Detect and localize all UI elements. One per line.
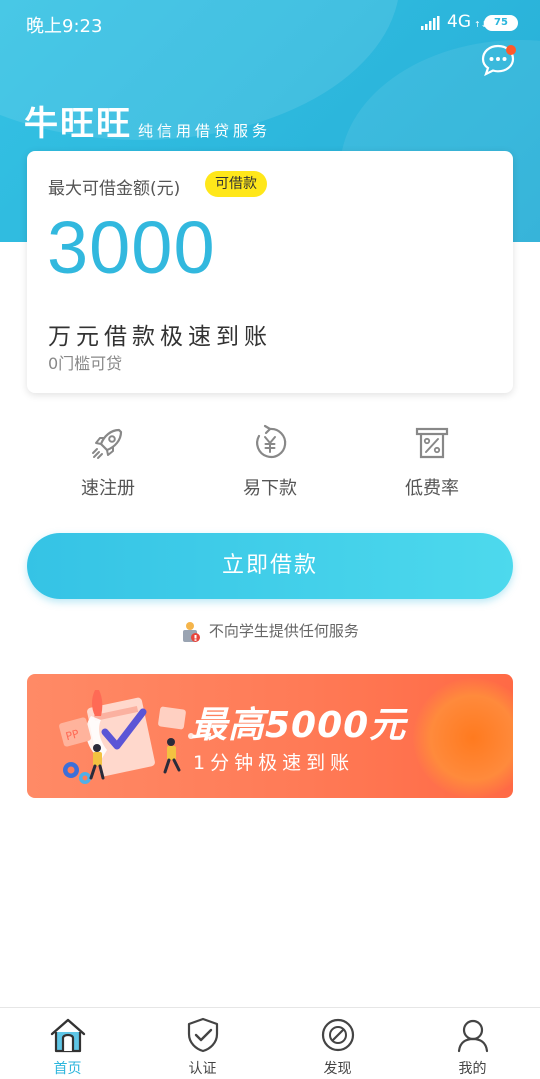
borrow-now-button[interactable]: 立即借款	[27, 533, 513, 599]
app-logo: 牛旺旺	[24, 104, 132, 144]
signal-icon	[421, 16, 440, 30]
app-slogan: 纯信用借贷服务	[138, 122, 272, 140]
max-amount-label: 最大可借金额(元)	[48, 179, 181, 199]
feature-label: 速注册	[81, 478, 135, 499]
feature-label: 低费率	[405, 478, 459, 499]
banner-subtitle: 1分钟极速到账	[193, 752, 355, 774]
tab-label: 认证	[188, 1061, 217, 1077]
feature-list: 速注册 易下款 低费率	[27, 420, 513, 510]
feature-quick-register: 速注册	[27, 420, 189, 510]
tab-discover[interactable]: 发现	[270, 1008, 405, 1079]
student-notice: 不向学生提供任何服务	[0, 620, 540, 643]
brand-header: 牛旺旺 纯信用借贷服务	[24, 96, 271, 145]
loan-amount-card: 最大可借金额(元) 可借款 3000 万元借款极速到账 0门槛可贷	[27, 151, 513, 393]
status-badge: 可借款	[205, 171, 267, 197]
rocket-icon	[92, 428, 123, 459]
tab-verify[interactable]: 认证	[135, 1008, 270, 1079]
message-button[interactable]	[480, 43, 516, 77]
percent-receipt-icon	[415, 427, 449, 459]
status-bar: 晚上9:23 4G ↑↓ 75	[0, 0, 540, 48]
promo-banner[interactable]: PP 最高5000元 1分钟极速到账	[27, 674, 513, 798]
feature-label: 易下款	[243, 478, 297, 499]
yuan-cycle-icon	[256, 424, 287, 458]
banner-title: 最高5000元	[191, 705, 407, 746]
tab-label: 我的	[458, 1061, 487, 1077]
card-subtitle: 0门槛可贷	[48, 354, 123, 373]
feature-low-rate: 低费率	[351, 420, 513, 510]
user-icon	[457, 1019, 488, 1053]
shield-icon	[187, 1017, 218, 1053]
tab-label: 发现	[323, 1061, 352, 1077]
notice-text: 不向学生提供任何服务	[208, 622, 359, 640]
status-time: 晚上9:23	[26, 16, 103, 37]
promo-illustration: PP	[59, 690, 194, 784]
max-amount-value: 3000	[47, 206, 216, 289]
feature-easy-loan: 易下款	[189, 420, 351, 510]
tab-profile[interactable]: 我的	[405, 1008, 540, 1079]
notification-dot	[506, 45, 516, 55]
battery-icon: 75	[484, 15, 518, 31]
tab-label: 首页	[53, 1061, 82, 1077]
decorative-glow	[413, 678, 513, 798]
network-type: 4G	[447, 12, 471, 32]
bottom-tab-bar: 首页 认证 发现 我的	[0, 1007, 540, 1079]
student-warning-icon	[183, 621, 201, 642]
home-icon	[50, 1018, 85, 1053]
tab-home[interactable]: 首页	[0, 1008, 135, 1079]
compass-icon	[321, 1018, 354, 1052]
card-tagline: 万元借款极速到账	[48, 324, 272, 350]
